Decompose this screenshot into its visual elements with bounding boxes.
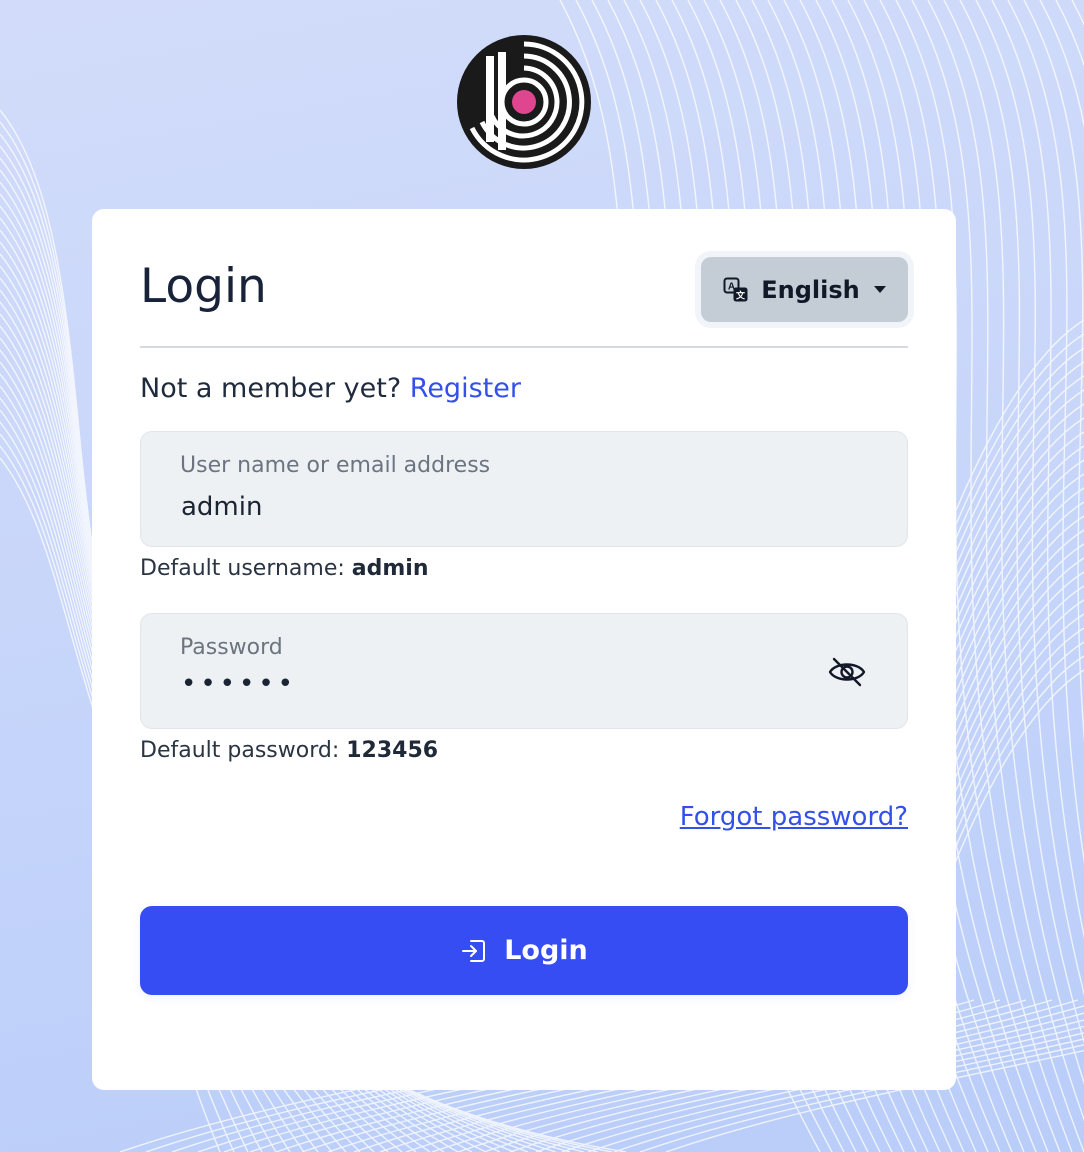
page-title: Login (140, 259, 267, 314)
password-hint-prefix: Default password: (140, 738, 340, 763)
login-card: Login A 文 English Not a member yet? Regi… (92, 209, 956, 1090)
svg-text:文: 文 (735, 289, 746, 300)
username-field[interactable]: User name or email address (140, 431, 908, 547)
eye-off-icon[interactable] (827, 654, 867, 690)
sign-in-icon (462, 939, 486, 962)
register-prompt-text: Not a member yet? (140, 373, 402, 404)
username-label: User name or email address (180, 453, 491, 478)
language-selector[interactable]: A 文 English (701, 257, 908, 322)
forgot-password-link[interactable]: Forgot password? (680, 800, 908, 834)
login-button-label: Login (504, 935, 588, 966)
translate-icon: A 文 (723, 277, 748, 301)
username-hint: Default username: admin (140, 554, 429, 584)
password-input[interactable]: •••••• (181, 669, 801, 709)
username-hint-value: admin (351, 556, 429, 581)
caret-down-icon (873, 286, 886, 293)
password-label: Password (180, 635, 283, 660)
password-hint-value: 123456 (346, 738, 439, 763)
username-input[interactable] (181, 487, 801, 527)
login-button[interactable]: Login (140, 906, 908, 995)
register-link[interactable]: Register (410, 373, 521, 404)
username-hint-prefix: Default username: (140, 556, 345, 581)
password-field[interactable]: Password •••••• (140, 613, 908, 729)
title-divider (140, 346, 908, 348)
app-logo (457, 35, 591, 169)
password-hint: Default password: 123456 (140, 736, 438, 766)
language-label: English (761, 275, 860, 304)
register-prompt: Not a member yet? Register (140, 371, 521, 407)
